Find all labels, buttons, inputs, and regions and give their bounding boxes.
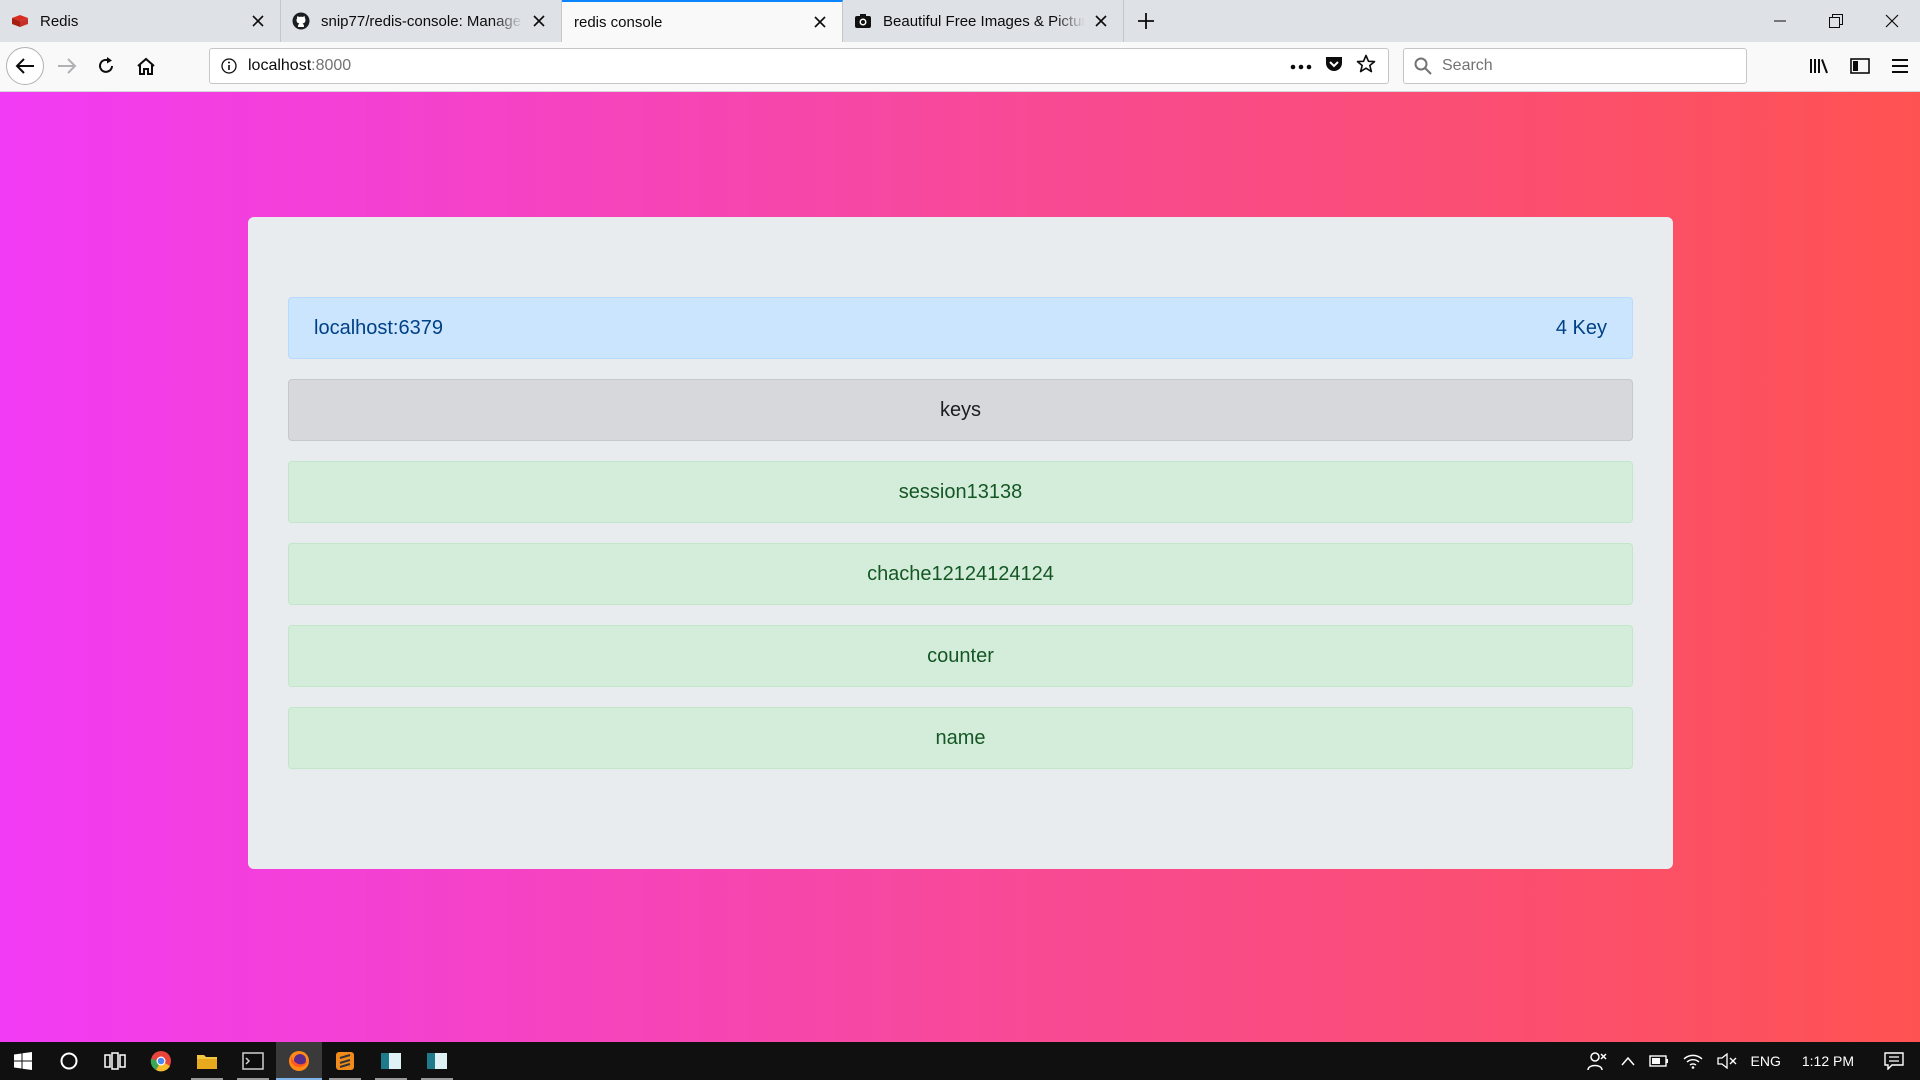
chrome-icon <box>150 1051 171 1072</box>
key-name: session13138 <box>898 480 1023 503</box>
notifications-icon[interactable] <box>1868 1042 1920 1080</box>
taskbar-file-explorer[interactable] <box>184 1042 230 1080</box>
sidebar-button[interactable] <box>1840 47 1880 85</box>
task-view-button[interactable] <box>92 1042 138 1080</box>
reload-button[interactable] <box>87 47 125 85</box>
key-count: 4 Key <box>1555 316 1607 339</box>
taskbar-terminal[interactable] <box>230 1042 276 1080</box>
tab-title: Beautiful Free Images & Pictures <box>883 12 1085 30</box>
close-icon[interactable] <box>248 11 268 31</box>
taskbar-app-1[interactable] <box>368 1042 414 1080</box>
server-info-bar: localhost:6379 4 Key <box>288 297 1633 359</box>
address-bar[interactable]: localhost:8000 <box>209 48 1389 84</box>
windows-taskbar: ENG 1:12 PM <box>0 1042 1920 1080</box>
camera-icon <box>853 11 873 31</box>
volume-muted-icon[interactable] <box>1710 1042 1744 1080</box>
close-icon[interactable] <box>1091 11 1111 31</box>
search-bar[interactable]: Search <box>1403 48 1747 84</box>
github-icon <box>291 11 311 31</box>
people-icon[interactable] <box>1580 1042 1614 1080</box>
new-tab-button[interactable] <box>1124 0 1168 42</box>
wifi-icon[interactable] <box>1676 1042 1710 1080</box>
file-explorer-icon <box>197 1055 217 1069</box>
library-button[interactable] <box>1800 47 1840 85</box>
forward-arrow-icon <box>58 58 77 74</box>
plus-icon <box>1138 13 1154 29</box>
close-icon[interactable] <box>529 11 549 31</box>
task-view-icon <box>104 1052 126 1070</box>
forward-button[interactable] <box>48 47 86 85</box>
search-icon <box>1414 57 1432 75</box>
close-icon[interactable] <box>810 12 830 32</box>
restore-button[interactable] <box>1808 0 1864 42</box>
terminal-icon <box>242 1052 264 1070</box>
key-item[interactable]: chache12124124124 <box>288 543 1633 605</box>
page-background: localhost:6379 4 Key keys session13138 c… <box>0 92 1920 1042</box>
home-button[interactable] <box>127 47 165 85</box>
home-icon <box>137 57 155 75</box>
key-name: chache12124124124 <box>867 562 1054 585</box>
taskbar-sublime-text[interactable] <box>322 1042 368 1080</box>
tab-unsplash[interactable]: Beautiful Free Images & Pictures <box>843 0 1124 42</box>
tab-title: redis console <box>574 13 663 31</box>
pocket-icon[interactable] <box>1324 54 1344 79</box>
start-button[interactable] <box>0 1042 46 1080</box>
tab-redis[interactable]: Redis <box>0 0 281 42</box>
page-actions-icon[interactable] <box>1290 57 1312 75</box>
taskbar-chrome[interactable] <box>138 1042 184 1080</box>
taskbar-app-2[interactable] <box>414 1042 460 1080</box>
back-button[interactable] <box>6 47 44 85</box>
url-port: :8000 <box>311 57 352 74</box>
keys-header: keys <box>288 379 1633 441</box>
sublime-text-icon <box>336 1052 354 1070</box>
back-arrow-icon <box>15 58 34 74</box>
key-item[interactable]: counter <box>288 625 1633 687</box>
windows-start-icon <box>14 1052 32 1070</box>
key-item[interactable]: name <box>288 707 1633 769</box>
system-tray: ENG 1:12 PM <box>1580 1042 1920 1080</box>
key-item[interactable]: session13138 <box>288 461 1633 523</box>
keys-header-label: keys <box>939 398 982 421</box>
sidebar-icon <box>1850 58 1870 74</box>
tab-redis-console[interactable]: redis console <box>562 0 843 42</box>
tab-title: Redis <box>40 12 79 30</box>
chevron-up-icon[interactable] <box>1614 1042 1642 1080</box>
url-text[interactable]: localhost:8000 <box>248 57 1290 75</box>
taskbar-firefox[interactable] <box>276 1042 322 1080</box>
redis-icon <box>10 11 30 31</box>
tab-title: snip77/redis-console: Manage Redis <box>321 12 523 30</box>
menu-button[interactable] <box>1880 47 1920 85</box>
close-window-button[interactable] <box>1864 0 1920 42</box>
library-icon <box>1810 59 1828 74</box>
cortana-button[interactable] <box>46 1042 92 1080</box>
language-indicator[interactable]: ENG <box>1744 1042 1788 1080</box>
firefox-icon <box>289 1051 309 1071</box>
server-address: localhost:6379 <box>314 316 443 339</box>
hamburger-menu-icon <box>1892 59 1908 73</box>
app-window-icon <box>427 1053 447 1069</box>
cortana-icon <box>60 1052 78 1070</box>
navigation-toolbar: localhost:8000 Search <box>0 42 1920 92</box>
tab-github[interactable]: snip77/redis-console: Manage Redis <box>281 0 562 42</box>
info-icon[interactable] <box>210 58 248 74</box>
window-controls <box>1752 0 1920 42</box>
tab-bar: Redis snip77/redis-console: Manage Redis… <box>0 0 1920 42</box>
clock[interactable]: 1:12 PM <box>1788 1042 1868 1080</box>
reload-icon <box>99 57 113 73</box>
minimize-button[interactable] <box>1752 0 1808 42</box>
url-host: localhost <box>248 57 312 74</box>
bookmark-star-icon[interactable] <box>1356 54 1376 79</box>
app-window-icon <box>381 1053 401 1069</box>
key-name: counter <box>927 644 994 667</box>
battery-icon[interactable] <box>1642 1042 1676 1080</box>
search-placeholder: Search <box>1442 57 1493 74</box>
redis-console-card: localhost:6379 4 Key keys session13138 c… <box>248 217 1673 869</box>
key-name: name <box>935 726 986 749</box>
